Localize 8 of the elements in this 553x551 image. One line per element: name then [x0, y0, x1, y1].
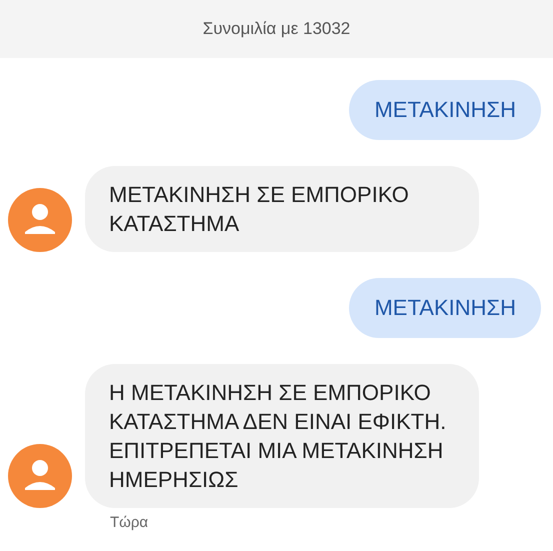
message-time: Τώρα — [110, 514, 150, 531]
sent-message: ΜΕΤΑΚΙΝΗΣΗ — [349, 278, 541, 338]
received-message: Η ΜΕΤΑΚΙΝΗΣΗ ΣΕ ΕΜΠΟΡΙΚΟ ΚΑΤΑΣΤΗΜΑ ΔΕΝ ΕΙΝΑΙ ΕΦΙΚΤΗ. ΕΠΙΤΡΕΠΕΤΑΙ ΜΙΑ ΜΕΤΑΚΙΝΗΣΗ ΗΜΕΡΗΣΙΩΣ — [85, 364, 479, 508]
received-message: ΜΕΤΑΚΙΝΗΣΗ ΣΕ ΕΜΠΟΡΙΚΟ ΚΑΤΑΣΤΗΜΑ — [85, 166, 479, 252]
sent-message: ΜΕΤΑΚΙΝΗΣΗ — [349, 80, 541, 140]
conversation-title: Συνομιλία με 13032 — [202, 19, 350, 39]
avatar-icon — [8, 444, 72, 508]
avatar-icon — [8, 188, 72, 252]
